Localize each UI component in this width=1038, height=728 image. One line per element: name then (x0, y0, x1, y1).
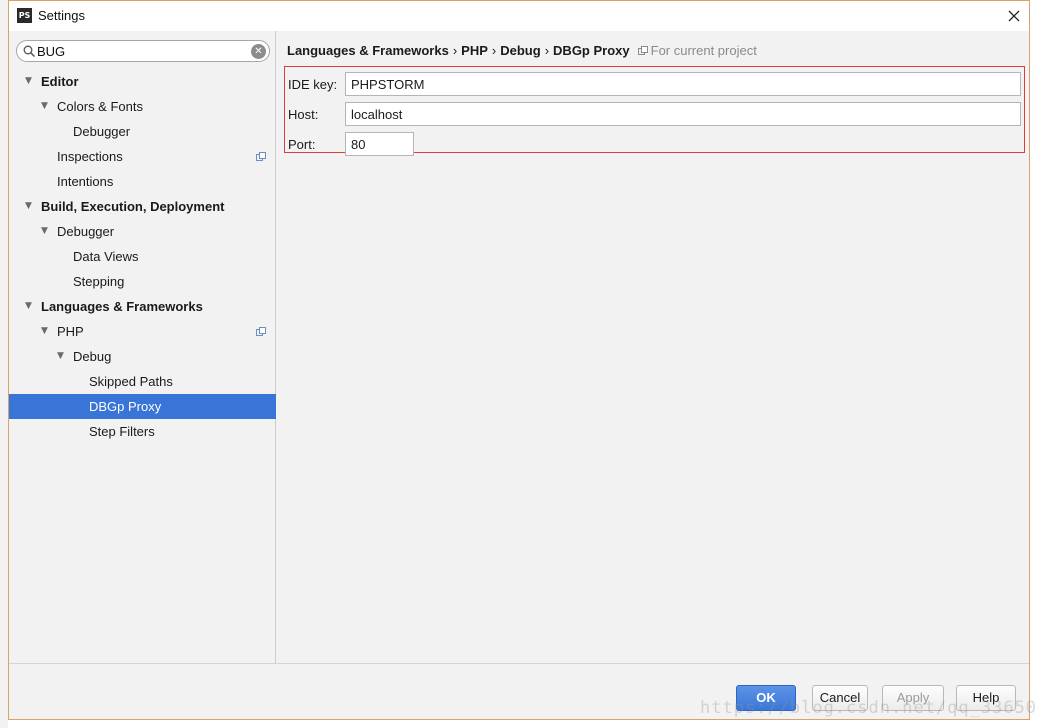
ide-key-label: IDE key: (288, 77, 338, 92)
tree-item-label: Inspections (57, 149, 123, 164)
settings-tree-panel: ✕ ▼ Editor ▼ Colors & Fonts Debugger Inspecti… (9, 31, 276, 663)
watermark: https://blog.csdn.net/qq_33650200 (700, 698, 1038, 718)
tree-item-languages-frameworks[interactable]: ▼ Languages & Frameworks (9, 294, 276, 319)
tree-item-label: DBGp Proxy (89, 399, 162, 414)
tree-item-editor[interactable]: ▼ Editor (9, 69, 276, 94)
breadcrumb-item: DBGp Proxy (553, 43, 630, 58)
expand-arrow-icon[interactable]: ▼ (57, 344, 64, 369)
expand-arrow-icon[interactable]: ▼ (41, 94, 48, 119)
tree-item-intentions[interactable]: Intentions (9, 169, 276, 194)
tree-item-label: Skipped Paths (89, 374, 173, 389)
tree-item-colors-fonts[interactable]: ▼ Colors & Fonts (9, 94, 276, 119)
project-scope-icon (637, 46, 648, 55)
tree-item-label: Debugger (57, 224, 115, 239)
settings-content-panel: Languages & Frameworks › PHP › Debug › DBGp Pr… (277, 31, 1029, 663)
tree-item-debugger[interactable]: Debugger (9, 119, 276, 144)
settings-dialog: PS Settings ✕ ▼ Editor ▼ Colors & Fonts Debu… (8, 0, 1030, 720)
close-icon (1008, 10, 1020, 22)
breadcrumb: Languages & Frameworks › PHP › Debug › DBGp Pr… (287, 43, 757, 58)
ide-key-row: IDE key: (285, 72, 1024, 98)
window-title: Settings (38, 8, 85, 23)
breadcrumb-item: Languages & Frameworks (287, 43, 449, 58)
tree-item-label: PHP (57, 324, 84, 339)
tree-item-label: Debugger (73, 124, 131, 139)
expand-arrow-icon[interactable]: ▼ (41, 219, 48, 244)
breadcrumb-item: Debug (500, 43, 541, 58)
port-row: Port: (285, 132, 1024, 158)
tree-item-php[interactable]: ▼ PHP (9, 319, 276, 344)
tree-item-inspections[interactable]: Inspections (9, 144, 276, 169)
host-label: Host: (288, 107, 319, 122)
settings-tree: ▼ Editor ▼ Colors & Fonts Debugger Inspection… (9, 69, 276, 444)
tree-item-data-views[interactable]: Data Views (9, 244, 276, 269)
tree-item-label: Build, Execution, Deployment (41, 199, 225, 214)
tree-item-step-filters[interactable]: Step Filters (9, 419, 276, 444)
host-row: Host: (285, 102, 1024, 128)
scope-label: For current project (650, 43, 757, 58)
project-level-icon (256, 152, 266, 161)
search-field[interactable]: ✕ (16, 40, 270, 62)
breadcrumb-separator: › (544, 43, 550, 58)
port-input[interactable] (345, 132, 414, 156)
tree-item-dbgp-proxy[interactable]: DBGp Proxy (9, 394, 276, 419)
tree-item-label: Step Filters (89, 424, 155, 439)
project-level-icon (256, 327, 266, 336)
title-bar: PS Settings (9, 1, 1029, 31)
expand-arrow-icon[interactable]: ▼ (25, 69, 32, 94)
clear-search-icon[interactable]: ✕ (251, 44, 266, 59)
ide-key-input[interactable] (345, 72, 1021, 96)
expand-arrow-icon[interactable]: ▼ (25, 194, 32, 219)
background-window-strip (0, 0, 8, 728)
dbgp-proxy-form: IDE key: Host: Port: (284, 66, 1025, 156)
port-label: Port: (288, 137, 316, 152)
tree-item-debugger[interactable]: ▼ Debugger (9, 219, 276, 244)
tree-item-label: Editor (41, 74, 79, 89)
close-button[interactable] (999, 1, 1029, 31)
tree-item-label: Colors & Fonts (57, 99, 143, 114)
tree-item-debug[interactable]: ▼ Debug (9, 344, 276, 369)
tree-item-label: Stepping (73, 274, 125, 289)
phpstorm-app-icon: PS (17, 8, 32, 23)
tree-item-label: Intentions (57, 174, 114, 189)
tree-item-label: Debug (73, 349, 112, 364)
breadcrumb-separator: › (491, 43, 497, 58)
tree-item-label: Data Views (73, 249, 139, 264)
host-input[interactable] (345, 102, 1021, 126)
search-input[interactable] (37, 42, 237, 60)
breadcrumb-item: PHP (461, 43, 488, 58)
tree-item-skipped-paths[interactable]: Skipped Paths (9, 369, 276, 394)
search-icon (23, 45, 36, 58)
breadcrumb-separator: › (452, 43, 458, 58)
tree-item-label: Languages & Frameworks (41, 299, 203, 314)
expand-arrow-icon[interactable]: ▼ (25, 294, 32, 319)
expand-arrow-icon[interactable]: ▼ (41, 319, 48, 344)
tree-item-build-execution-deployment[interactable]: ▼ Build, Execution, Deployment (9, 194, 276, 219)
tree-item-stepping[interactable]: Stepping (9, 269, 276, 294)
